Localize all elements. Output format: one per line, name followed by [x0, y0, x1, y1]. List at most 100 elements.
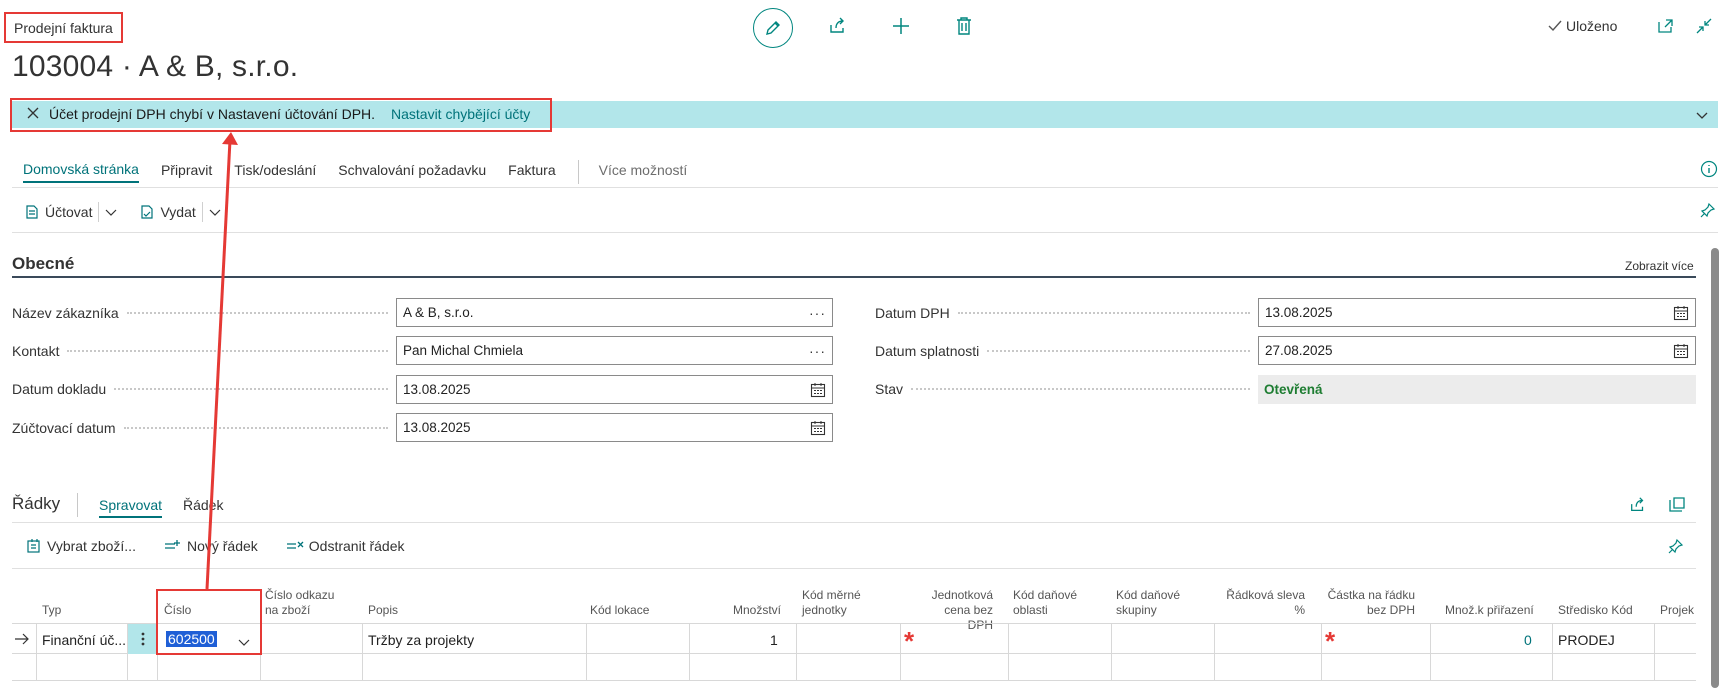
lines-action-bar: Vybrat zboží... Nový řádek Odstranit řád…: [26, 538, 405, 554]
release-label: Vydat: [160, 204, 196, 220]
select-items-icon: [27, 539, 40, 553]
delete-line-button[interactable]: Odstranit řádek: [286, 538, 405, 554]
grid-line: [1430, 623, 1431, 681]
new-button[interactable]: [889, 14, 913, 38]
saved-label: Uloženo: [1566, 18, 1618, 34]
tab-print-send[interactable]: Tisk/odeslání: [234, 162, 316, 182]
release-button[interactable]: Vydat: [139, 204, 196, 220]
new-line-button[interactable]: Nový řádek: [164, 538, 258, 554]
grid-line: [36, 623, 37, 681]
tab-home[interactable]: Domovská stránka: [23, 161, 139, 183]
split-divider: [98, 202, 100, 222]
chevron-down-icon[interactable]: [105, 207, 117, 217]
edit-button[interactable]: [753, 8, 793, 48]
pin-actions-button[interactable]: [1700, 202, 1716, 221]
tabs-divider: [577, 160, 579, 184]
select-items-button[interactable]: Vybrat zboží...: [26, 538, 136, 554]
open-window-icon: [1658, 19, 1673, 33]
expand-icon: [1669, 497, 1685, 512]
required-line-amount-marker: *: [1325, 626, 1336, 656]
lines-tab-line[interactable]: Řádek: [183, 497, 223, 513]
delete-line-icon: [286, 541, 304, 549]
lines-tab-manage[interactable]: Spravovat: [99, 497, 163, 518]
checkmark-icon: [1548, 20, 1562, 32]
document-date-field[interactable]: 13.08.2025: [396, 375, 833, 404]
cell-cost-center[interactable]: PRODEJ: [1558, 632, 1615, 648]
notification-fix-link[interactable]: Nastavit chybějící účty: [391, 106, 530, 122]
posting-date-label: Zúčtovací datum: [12, 420, 396, 436]
column-header-description[interactable]: Popis: [368, 603, 398, 618]
column-header-line-discount[interactable]: Řádková sleva%: [1223, 588, 1305, 618]
column-header-type[interactable]: Typ: [42, 603, 61, 618]
column-header-qty-to-assign[interactable]: Množ.k přiřazení: [1445, 603, 1534, 618]
table-row[interactable]: [12, 623, 1696, 654]
delete-button[interactable]: [952, 14, 976, 38]
new-line-label: Nový řádek: [186, 538, 258, 554]
contact-label: Kontakt: [12, 343, 396, 359]
tab-prepare[interactable]: Připravit: [161, 162, 212, 182]
open-new-window-button[interactable]: [1654, 14, 1678, 38]
column-header-item-ref[interactable]: Číslo odkazu na zboží: [265, 588, 334, 618]
pin-icon: [1700, 202, 1716, 218]
section-general-title[interactable]: Obecné: [12, 254, 74, 274]
table-row[interactable]: [12, 654, 1696, 681]
select-items-label: Vybrat zboží...: [47, 538, 136, 554]
tab-invoice[interactable]: Faktura: [508, 162, 555, 182]
pin-lines-actions-button[interactable]: [1668, 538, 1684, 557]
cell-qty-to-assign[interactable]: 0: [1524, 632, 1532, 648]
page-title: 103004 · A & B, s.r.o.: [12, 50, 299, 83]
share-button[interactable]: [826, 14, 850, 38]
cell-description[interactable]: Tržby za projekty: [368, 632, 474, 648]
grid-line: [689, 623, 690, 681]
notification-close-button[interactable]: [26, 106, 42, 122]
cell-type[interactable]: Finanční úč...: [42, 632, 126, 648]
contact-field[interactable]: Pan Michal Chmiela ···: [396, 336, 833, 365]
collapse-button[interactable]: [1692, 14, 1716, 38]
lookup-ellipsis-icon[interactable]: ···: [809, 305, 826, 321]
column-header-project[interactable]: Projek: [1660, 603, 1694, 618]
pin-icon: [1668, 538, 1684, 554]
calendar-icon[interactable]: [1673, 343, 1689, 359]
column-header-tax-area[interactable]: Kód daňové oblasti: [1013, 588, 1077, 618]
divider: [12, 568, 1696, 569]
scrollbar-thumb[interactable]: [1711, 248, 1719, 688]
calendar-icon[interactable]: [1673, 305, 1689, 321]
lines-section-title[interactable]: Řádky: [12, 494, 60, 514]
due-date-field[interactable]: 27.08.2025: [1258, 336, 1696, 365]
column-header-cost-center[interactable]: Středisko Kód: [1558, 603, 1633, 618]
lines-divider: [77, 493, 78, 517]
post-button[interactable]: Účtovat: [24, 204, 92, 220]
column-header-location[interactable]: Kód lokace: [590, 603, 649, 618]
page-type-label: Prodejní faktura: [4, 12, 123, 43]
info-button[interactable]: [1700, 160, 1718, 181]
posting-date-field[interactable]: 13.08.2025: [396, 413, 833, 442]
calendar-icon[interactable]: [810, 382, 826, 398]
tab-request-approval[interactable]: Schvalování požadavku: [338, 162, 486, 182]
row-actions-button[interactable]: [128, 624, 157, 654]
column-header-tax-group[interactable]: Kód daňové skupiny: [1116, 588, 1180, 618]
new-line-icon: [164, 540, 180, 549]
grid-line: [1214, 623, 1215, 681]
current-row-arrow-icon: [14, 632, 30, 648]
notification-expand-button[interactable]: [1696, 107, 1708, 123]
divider: [12, 187, 1718, 188]
tab-more-options[interactable]: Více možností: [599, 162, 688, 182]
column-header-line-amount[interactable]: Částka na řádku bez DPH: [1310, 588, 1415, 618]
saved-status: Uloženo: [1548, 18, 1617, 34]
vat-date-field[interactable]: 13.08.2025: [1258, 298, 1696, 327]
column-header-uom[interactable]: Kód měrné jednotky: [802, 588, 861, 618]
lines-expand-button[interactable]: [1668, 496, 1686, 517]
close-icon: [27, 107, 39, 119]
customer-name-field[interactable]: A & B, s.r.o. ···: [396, 298, 833, 327]
grid-line: [1321, 623, 1322, 681]
chevron-down-icon[interactable]: [209, 207, 221, 217]
lines-share-button[interactable]: [1629, 496, 1647, 517]
calendar-icon[interactable]: [810, 420, 826, 436]
release-document-icon: [141, 205, 154, 219]
lookup-ellipsis-icon[interactable]: ···: [809, 343, 826, 359]
column-header-quantity[interactable]: Množství: [733, 603, 781, 618]
cell-quantity[interactable]: 1: [770, 632, 778, 648]
show-more-link[interactable]: Zobrazit více: [1625, 259, 1694, 273]
vat-date-label: Datum DPH: [875, 305, 1258, 321]
number-column-highlight: [156, 589, 262, 655]
